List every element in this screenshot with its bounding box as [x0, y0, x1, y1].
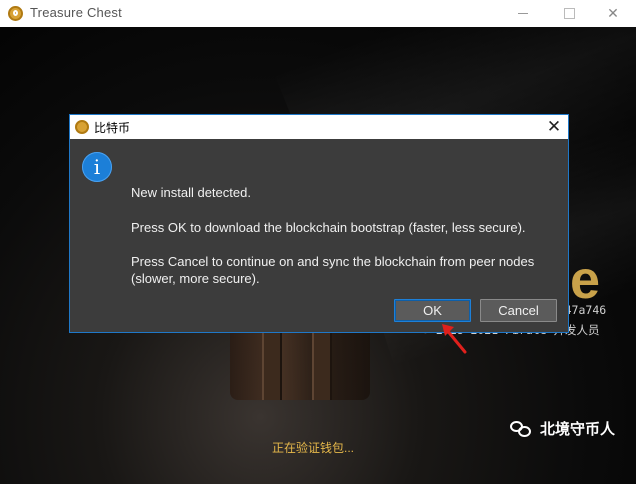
info-icon: i [82, 152, 112, 182]
cancel-button[interactable]: Cancel [480, 299, 557, 322]
wechat-icon [510, 420, 532, 438]
window-titlebar: Treasure Chest ✕ [0, 0, 636, 27]
dialog-close-button[interactable]: ✕ [540, 115, 568, 139]
watermark: 北境守币人 [510, 418, 615, 439]
ok-button[interactable]: OK [394, 299, 471, 322]
dialog-message: (slower, more secure). [131, 271, 260, 286]
pirate-coin-icon [75, 120, 89, 134]
dialog-titlebar: 比特币 ✕ [70, 115, 568, 139]
status-message: 正在验证钱包... [272, 441, 355, 455]
annotation-arrow [442, 324, 467, 354]
minimize-button[interactable] [500, 0, 546, 27]
watermark-text: 北境守币人 [540, 421, 616, 438]
pirate-coin-icon [8, 6, 23, 21]
maximize-button[interactable] [546, 0, 592, 27]
window-close-button[interactable]: ✕ [590, 0, 636, 27]
dialog-message: Press Cancel to continue on and sync the… [131, 254, 535, 269]
dialog-title: 比特币 [94, 121, 131, 135]
dialog-message: Press OK to download the blockchain boot… [131, 220, 526, 235]
bootstrap-dialog: 比特币 ✕ i New install detected. Press OK t… [69, 114, 569, 333]
brand-logo-text: e [570, 250, 601, 310]
window-title: Treasure Chest [30, 5, 122, 20]
dialog-message: New install detected. [131, 185, 251, 200]
